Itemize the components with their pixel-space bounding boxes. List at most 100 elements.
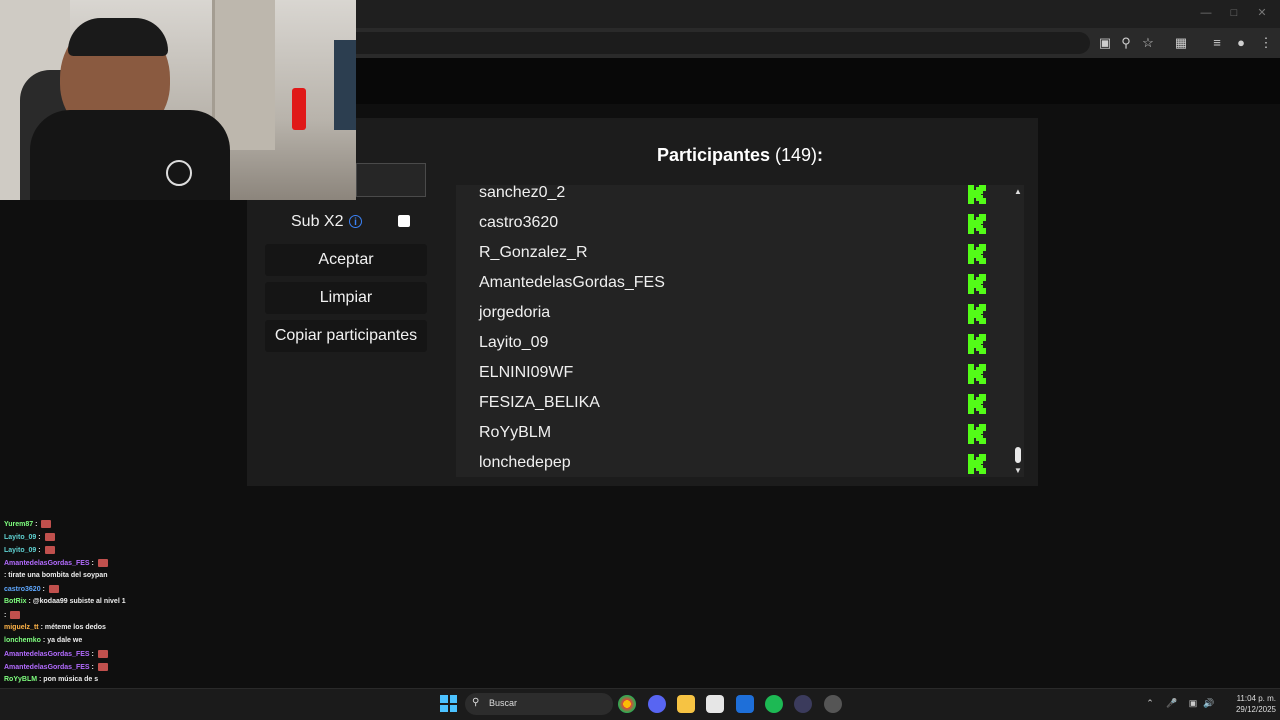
kick-icon bbox=[968, 394, 986, 414]
webcam-overlay bbox=[0, 0, 356, 200]
participant-row[interactable]: ELNINI09WF bbox=[456, 364, 996, 395]
participant-name: sanchez0_2 bbox=[479, 185, 566, 201]
copy-participants-button[interactable]: Copiar participantes bbox=[265, 320, 427, 352]
taskbar-search[interactable] bbox=[465, 693, 613, 715]
participant-row[interactable]: Layito_09 bbox=[456, 334, 996, 365]
participants-title-colon: : bbox=[817, 145, 824, 165]
chat-message: AmantedelasGordas_FES : bbox=[4, 559, 108, 567]
windows-start-icon[interactable] bbox=[440, 695, 457, 712]
accept-button[interactable]: Aceptar bbox=[265, 244, 427, 276]
chat-username: AmantedelasGordas_FES bbox=[4, 650, 90, 658]
chat-separator: : bbox=[89, 559, 96, 567]
translate-icon[interactable]: ▣ bbox=[1096, 34, 1114, 52]
participant-row[interactable]: sanchez0_2 bbox=[456, 185, 996, 215]
settings-app-icon[interactable] bbox=[824, 695, 842, 713]
sub-x2-checkbox[interactable] bbox=[398, 215, 410, 227]
chat-separator: : bbox=[89, 663, 96, 671]
chat-username: Layito_09 bbox=[4, 546, 37, 554]
bookmark-star-icon[interactable]: ☆ bbox=[1139, 34, 1157, 52]
chat-message: BotRix : @kodaa99 subiste al nivel 1 bbox=[4, 598, 126, 605]
profile-avatar-icon[interactable]: ● bbox=[1232, 34, 1250, 52]
scrollbar-thumb[interactable] bbox=[1015, 447, 1021, 463]
chat-username: lonchemko bbox=[4, 637, 41, 644]
chat-emote-icon bbox=[41, 520, 52, 528]
participant-row[interactable]: lonchedepep bbox=[456, 454, 996, 477]
chat-text: méteme los dedos bbox=[44, 624, 106, 631]
chat-message: Yurem87 : bbox=[4, 520, 52, 528]
kick-icon bbox=[968, 364, 986, 384]
participant-row[interactable]: AmantedelasGordas_FES bbox=[456, 274, 996, 305]
extensions-icon[interactable]: ▦ bbox=[1172, 34, 1190, 52]
participants-title-text: Participantes bbox=[656, 145, 770, 165]
info-icon[interactable]: i bbox=[349, 215, 362, 228]
participant-name: Layito_09 bbox=[479, 334, 549, 351]
chat-emote-icon bbox=[48, 585, 59, 593]
volume-icon[interactable]: 🔊 bbox=[1203, 698, 1215, 709]
address-bar[interactable] bbox=[340, 32, 1090, 54]
microphone-tray-icon[interactable]: 🎤 bbox=[1166, 698, 1178, 709]
list-scrollbar[interactable] bbox=[1012, 185, 1024, 477]
chat-username: AmantedelasGordas_FES bbox=[4, 663, 90, 671]
network-icon[interactable]: ▣ bbox=[1187, 698, 1199, 709]
microsoft-store-icon[interactable] bbox=[706, 695, 724, 713]
minimize-icon[interactable]: — bbox=[1198, 6, 1214, 20]
maximize-icon[interactable]: □ bbox=[1226, 6, 1242, 20]
chat-username: miguelz_tt bbox=[4, 624, 39, 631]
chat-separator: : bbox=[36, 546, 43, 554]
chrome-app-icon[interactable] bbox=[618, 695, 636, 713]
chat-emote-icon bbox=[10, 611, 21, 619]
clock-date: 29/12/2025 bbox=[1235, 705, 1276, 714]
monitor bbox=[334, 40, 356, 130]
clear-button[interactable]: Limpiar bbox=[265, 282, 427, 314]
chat-text: @kodaa99 subiste al nivel 1 bbox=[32, 598, 126, 605]
chat-username: RoYyBLM bbox=[4, 676, 38, 683]
chat-separator: : bbox=[33, 520, 40, 528]
scroll-down-arrow-icon[interactable]: ▼ bbox=[1013, 467, 1023, 475]
chat-username: Yurem87 bbox=[4, 520, 34, 528]
scroll-up-arrow-icon[interactable]: ▲ bbox=[1013, 188, 1023, 196]
mail-app-icon[interactable] bbox=[736, 695, 754, 713]
participant-row[interactable]: castro3620 bbox=[456, 214, 996, 245]
chat-emote-icon bbox=[97, 559, 108, 567]
participant-row[interactable]: FESIZA_BELIKA bbox=[456, 394, 996, 425]
obs-app-icon[interactable] bbox=[794, 695, 812, 713]
participant-row[interactable]: R_Gonzalez_R bbox=[456, 244, 996, 275]
chat-message: lonchemko : ya dale we bbox=[4, 637, 82, 644]
watermark-logo-icon bbox=[166, 160, 192, 186]
media-controls-icon[interactable]: ≡ bbox=[1208, 34, 1226, 52]
participants-list[interactable]: sanchez0_2 castro3620 R_Gonzalez_R Amantede… bbox=[456, 185, 1024, 477]
cap bbox=[68, 18, 168, 56]
tray-chevron-icon[interactable]: ⌃ bbox=[1144, 698, 1156, 709]
file-explorer-icon[interactable] bbox=[677, 695, 695, 713]
chat-message: castro3620 : bbox=[4, 585, 59, 593]
browser-menu-icon[interactable]: ⋮ bbox=[1257, 34, 1275, 52]
participant-row[interactable]: RoYyBLM bbox=[456, 424, 996, 455]
giveaway-input[interactable] bbox=[356, 163, 426, 197]
chat-emote-icon bbox=[44, 546, 55, 554]
participants-count: (149) bbox=[775, 145, 818, 165]
microphone bbox=[292, 88, 306, 130]
chat-message: RoYyBLM : pon música de s bbox=[4, 676, 98, 683]
close-icon[interactable]: ✕ bbox=[1254, 6, 1270, 20]
kick-icon bbox=[968, 244, 986, 264]
chat-text: pon música de s bbox=[43, 676, 99, 683]
chat-message: miguelz_tt : méteme los dedos bbox=[4, 624, 106, 631]
participant-row[interactable]: jorgedoria bbox=[456, 304, 996, 335]
taskbar-clock[interactable]: 11:04 p. m. 29/12/2025 bbox=[1220, 693, 1276, 715]
taskbar bbox=[0, 688, 1280, 720]
zoom-icon[interactable]: ⚲ bbox=[1117, 34, 1135, 52]
kick-icon bbox=[968, 424, 986, 444]
kick-icon bbox=[968, 454, 986, 474]
participant-name: RoYyBLM bbox=[479, 424, 552, 441]
chat-message: AmantedelasGordas_FES : bbox=[4, 650, 108, 658]
discord-app-icon[interactable] bbox=[648, 695, 666, 713]
kick-icon bbox=[968, 274, 986, 294]
kick-icon bbox=[968, 334, 986, 354]
kick-icon bbox=[968, 304, 986, 324]
chat-separator: : bbox=[36, 533, 43, 541]
participant-name: FESIZA_BELIKA bbox=[479, 394, 600, 411]
chat-username: AmantedelasGordas_FES bbox=[4, 559, 90, 567]
spotify-app-icon[interactable] bbox=[765, 695, 783, 713]
chat-username: castro3620 bbox=[4, 585, 41, 593]
participant-name: jorgedoria bbox=[479, 304, 551, 321]
